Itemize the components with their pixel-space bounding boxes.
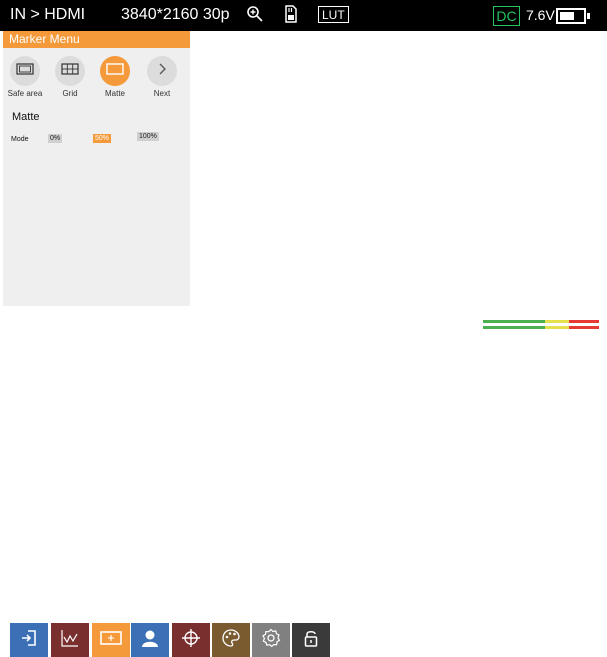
- input-icon: [19, 628, 39, 653]
- lut-indicator[interactable]: LUT: [318, 6, 349, 23]
- waveform-button[interactable]: [51, 623, 89, 657]
- mode-option-100[interactable]: 100%: [137, 132, 159, 141]
- crosshair-button[interactable]: [172, 623, 210, 657]
- user-icon: [140, 628, 160, 653]
- mode-option-0[interactable]: 0%: [48, 134, 63, 143]
- chevron-right-icon: [157, 62, 167, 80]
- marker-icon: [99, 630, 123, 651]
- lock-icon: [301, 628, 321, 653]
- battery-icon: [556, 8, 590, 24]
- grid-label: Grid: [62, 89, 78, 98]
- next-label: Next: [153, 89, 171, 98]
- settings-button[interactable]: [252, 623, 290, 657]
- marker-button[interactable]: [92, 623, 130, 657]
- waveform-icon: [60, 628, 80, 653]
- grid-button[interactable]: [55, 56, 85, 86]
- safe-area-icon: [16, 62, 34, 80]
- palette-button[interactable]: [212, 623, 250, 657]
- mode-option-50[interactable]: 50%: [93, 134, 112, 143]
- matte-button[interactable]: [100, 56, 130, 86]
- matte-icon: [106, 62, 124, 80]
- next-button[interactable]: [147, 56, 177, 86]
- mode-label: Mode: [11, 136, 29, 143]
- input-label: IN > HDMI: [10, 6, 86, 23]
- marker-menu-panel: Marker Menu Safe area Grid Matte Next Ma…: [3, 31, 190, 306]
- power-source-badge: DC: [493, 6, 520, 26]
- sd-card-icon: [284, 5, 298, 28]
- status-bar: IN > HDMI 3840*2160 30p LUT DC 7.6V: [0, 0, 607, 31]
- audio-meter-ch2-mid: [545, 326, 569, 329]
- grid-icon: [61, 62, 79, 80]
- zoom-in-icon[interactable]: [246, 5, 264, 28]
- battery-fill: [560, 12, 574, 20]
- crosshair-icon: [181, 628, 201, 653]
- section-title: Matte: [12, 111, 40, 123]
- panel-title: Marker Menu: [3, 31, 190, 48]
- resolution-label: 3840*2160 30p: [121, 6, 230, 23]
- audio-meter-ch1-mid: [545, 320, 569, 323]
- audio-meter-ch2-low: [483, 326, 545, 329]
- bottom-toolbar: [0, 310, 607, 657]
- audio-meter-ch1-high: [569, 320, 599, 323]
- safe-area-label: Safe area: [7, 89, 43, 98]
- lock-button[interactable]: [292, 623, 330, 657]
- safe-area-button[interactable]: [10, 56, 40, 86]
- battery-nub: [587, 13, 590, 19]
- matte-label: Matte: [104, 89, 125, 98]
- audio-meter-ch2-high: [569, 326, 599, 329]
- input-button[interactable]: [10, 623, 48, 657]
- voltage-label: 7.6V: [526, 7, 555, 23]
- settings-icon: [261, 628, 281, 653]
- user-button[interactable]: [131, 623, 169, 657]
- palette-icon: [221, 628, 241, 653]
- audio-meter-ch1-low: [483, 320, 545, 323]
